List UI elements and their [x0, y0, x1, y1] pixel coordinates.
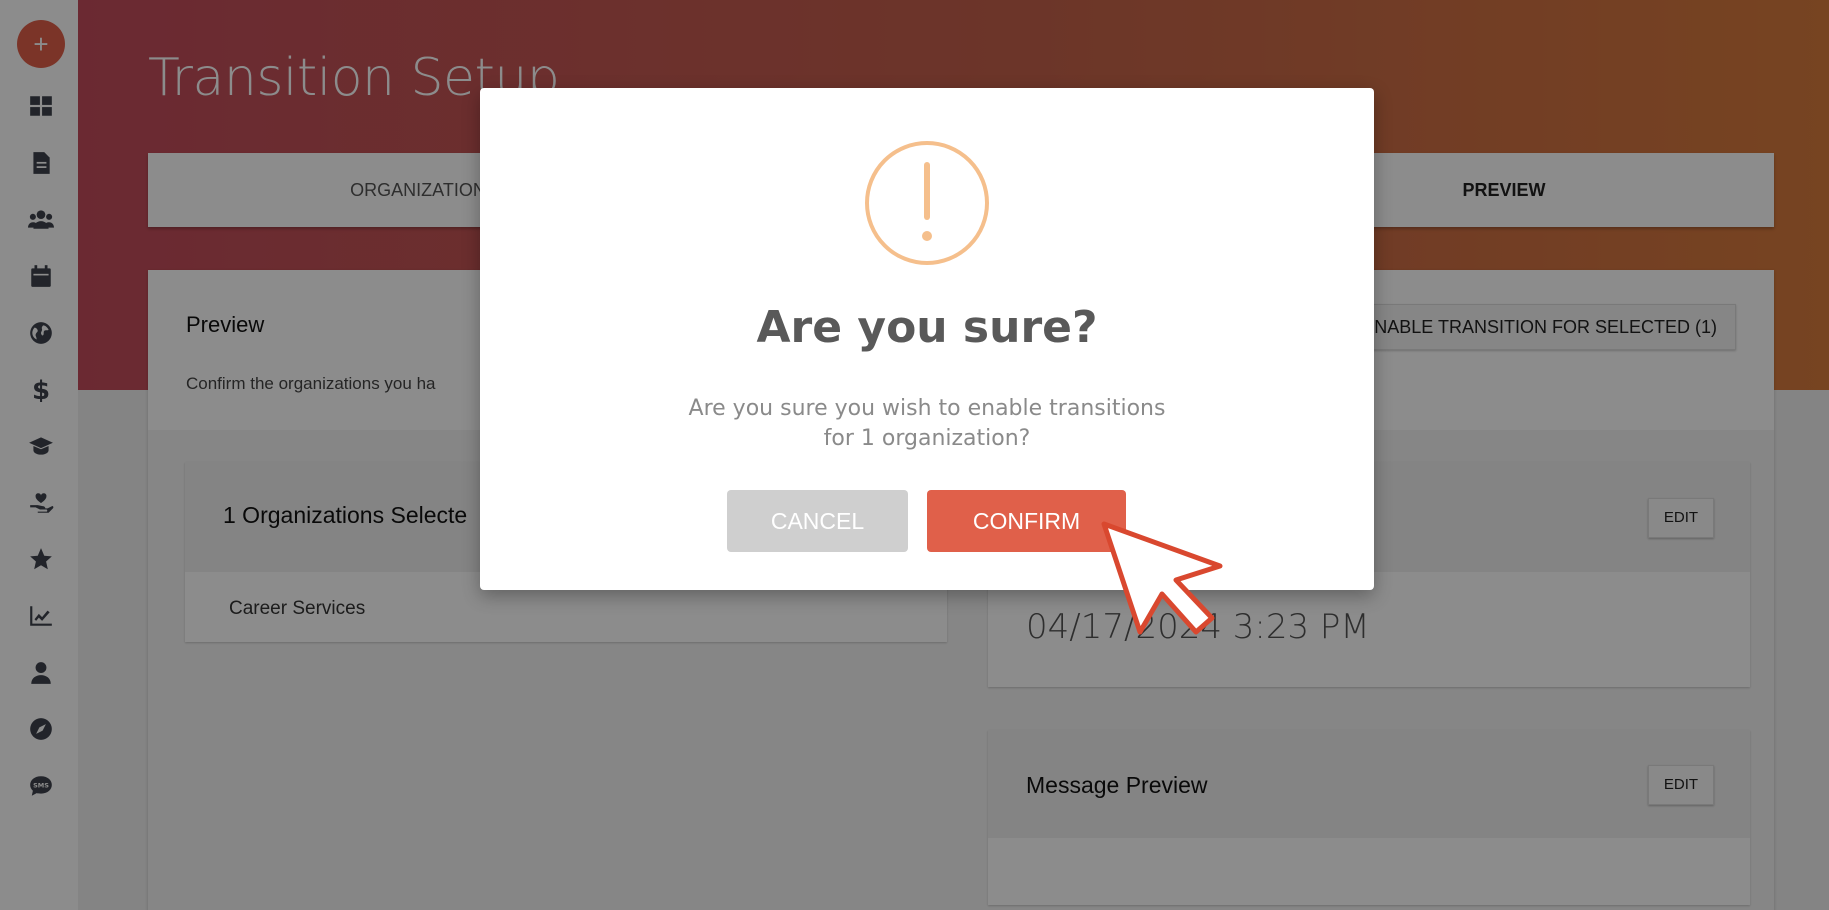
- confirm-button[interactable]: CONFIRM: [927, 490, 1126, 552]
- cancel-button[interactable]: CANCEL: [727, 490, 908, 552]
- confirm-dialog: Are you sure? Are you sure you wish to e…: [480, 88, 1374, 590]
- dialog-message: Are you sure you wish to enable transiti…: [688, 396, 1166, 451]
- warning-icon: [865, 141, 989, 265]
- dialog-title: Are you sure?: [756, 302, 1098, 353]
- pointer-cursor-icon: [1101, 521, 1223, 635]
